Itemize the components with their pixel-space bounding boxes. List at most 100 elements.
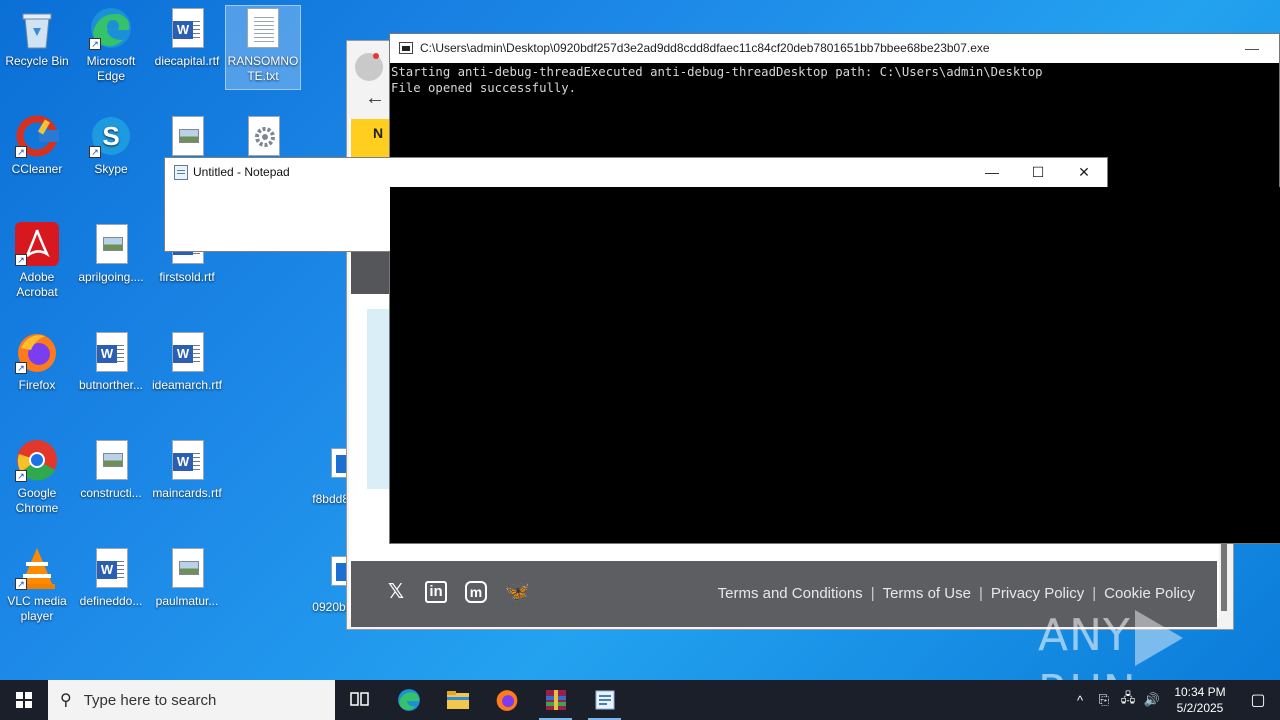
acrobat-icon: ↗	[15, 222, 59, 266]
maximize-icon[interactable]: ☐	[1015, 158, 1061, 187]
image-file-icon	[165, 114, 209, 158]
desktop-icon-label: Recycle Bin	[5, 54, 69, 68]
word-document-icon: W	[89, 330, 133, 374]
desktop-icon-label: VLC media player	[7, 594, 67, 623]
taskbar-firefox-button[interactable]	[482, 680, 531, 720]
desktop-icon-label: aprilgoing....	[78, 270, 144, 284]
terms-and-conditions-link[interactable]: Terms and Conditions	[718, 585, 863, 602]
svg-text:S: S	[102, 121, 119, 151]
taskbar-edge-button[interactable]	[384, 680, 433, 720]
desktop-icon-constructi[interactable]: constructi...	[74, 438, 148, 501]
chrome-icon: ↗	[15, 438, 59, 482]
bluesky-icon[interactable]: 🦋	[505, 581, 530, 603]
desktop-icon-google-chrome[interactable]: ↗ Google Chrome	[0, 438, 74, 516]
clock-time: 10:34 PM	[1174, 685, 1226, 699]
desktop-icon-diecapital[interactable]: W diecapital.rtf	[150, 6, 224, 69]
desktop-icon-aprilgoing[interactable]: aprilgoing....	[74, 222, 148, 285]
browser-scrollbar[interactable]	[1221, 541, 1227, 611]
desktop-icon-label: Microsoft Edge	[86, 54, 136, 83]
winrar-icon	[545, 690, 566, 710]
word-document-icon: W	[165, 438, 209, 482]
notepad-app-icon	[174, 165, 188, 180]
recycle-bin-icon	[15, 6, 59, 50]
volume-icon[interactable]: 🔊	[1140, 692, 1164, 708]
profile-avatar-icon[interactable]	[355, 53, 383, 81]
privacy-policy-link[interactable]: Privacy Policy	[991, 585, 1084, 602]
desktop-icon-ccleaner[interactable]: ↗ CCleaner	[0, 114, 74, 177]
firefox-icon: ↗	[15, 330, 59, 374]
desktop-icon-label: RANSOMNOTE.txt	[227, 54, 299, 83]
desktop-icon-label: ideamarch.rtf	[151, 378, 223, 392]
desktop-icon-ransomnote[interactable]: RANSOMNOTE.txt	[225, 5, 301, 90]
linkedin-icon[interactable]: in	[425, 581, 447, 603]
network-icon[interactable]: 🖧	[1116, 689, 1140, 711]
shortcut-arrow-icon: ↗	[89, 146, 101, 158]
link-separator: |	[978, 585, 983, 602]
desktop-icon-settings-file[interactable]	[226, 114, 300, 162]
desktop-icon-firefox[interactable]: ↗ Firefox	[0, 330, 74, 393]
chevron-up-icon[interactable]: ^	[1068, 693, 1092, 708]
desktop-icon-label: Google Chrome	[15, 486, 59, 515]
taskbar-apps	[335, 680, 629, 720]
text-file-icon	[241, 6, 285, 50]
image-file-icon	[165, 546, 209, 590]
notepad-icon	[595, 690, 614, 710]
shortcut-arrow-icon: ↗	[15, 362, 27, 374]
x-icon[interactable]: 𝕏	[385, 581, 407, 603]
desktop-icon-label: Adobe Acrobat	[16, 270, 58, 299]
desktop-icon-recycle-bin[interactable]: Recycle Bin	[0, 6, 74, 69]
desktop-icon-label: paulmatur...	[155, 594, 219, 608]
banner-text: N	[373, 125, 384, 141]
mastodon-icon[interactable]: m	[465, 581, 487, 603]
desktop-icon-label: Firefox	[18, 378, 56, 392]
desktop-icon-ideamarch[interactable]: W ideamarch.rtf	[150, 330, 224, 393]
desktop-icon-vlc[interactable]: ↗ VLC media player	[0, 546, 74, 624]
system-tray: ^ ⎘ 🖧 🔊 10:34 PM 5/2/2025 ▢	[1068, 680, 1280, 720]
taskbar-file-explorer-button[interactable]	[433, 680, 482, 720]
taskbar-clock[interactable]: 10:34 PM 5/2/2025	[1164, 684, 1236, 716]
clock-date: 5/2/2025	[1176, 701, 1224, 715]
shortcut-arrow-icon: ↗	[15, 470, 27, 482]
notepad-window-controls: — ☐ ✕	[969, 158, 1107, 187]
link-separator: |	[1092, 585, 1097, 602]
desktop-icon-label: Skype	[94, 162, 128, 176]
minimize-icon[interactable]: —	[969, 158, 1015, 187]
desktop-icon-adobe-acrobat[interactable]: ↗ Adobe Acrobat	[0, 222, 74, 300]
meet-now-icon[interactable]: ⎘	[1092, 692, 1116, 708]
console-minimize-button[interactable]: —	[1245, 34, 1259, 63]
back-arrow-icon[interactable]: ←	[365, 87, 385, 110]
cookie-policy-link[interactable]: Cookie Policy	[1104, 585, 1195, 602]
image-file-icon	[89, 222, 133, 266]
desktop-icon-skype[interactable]: S ↗ Skype	[74, 114, 148, 177]
executable-icon	[307, 552, 361, 596]
link-separator: |	[870, 585, 875, 602]
notification-dot-icon	[373, 53, 379, 59]
console-app-icon	[399, 42, 413, 54]
desktop-icon-paulmatur[interactable]: paulmatur...	[150, 546, 224, 609]
ccleaner-icon: ↗	[15, 114, 59, 158]
edge-icon: ↗	[89, 6, 133, 50]
console-output[interactable]: Starting anti-debug-threadExecuted anti-…	[390, 63, 1279, 96]
desktop-icon-butnorther[interactable]: W butnorther...	[74, 330, 148, 393]
task-view-button[interactable]	[335, 680, 384, 720]
word-document-icon: W	[165, 6, 209, 50]
console-output-area[interactable]	[390, 187, 1280, 543]
windows-logo-icon	[16, 692, 32, 708]
terms-of-use-link[interactable]: Terms of Use	[883, 585, 971, 602]
taskbar-notepad-button[interactable]	[580, 680, 629, 720]
notification-center-icon[interactable]: ▢	[1236, 690, 1280, 710]
shortcut-arrow-icon: ↗	[15, 254, 27, 266]
start-button[interactable]	[0, 680, 48, 720]
desktop-icon-defineddo[interactable]: W defineddo...	[74, 546, 148, 609]
desktop-icon-microsoft-edge[interactable]: ↗ Microsoft Edge	[74, 6, 148, 84]
taskbar-search-box[interactable]: ⚲ Type here to search	[48, 680, 335, 720]
desktop-icon-label: butnorther...	[78, 378, 144, 392]
desktop-icon-maincards[interactable]: W maincards.rtf	[150, 438, 224, 501]
console-titlebar[interactable]: C:\Users\admin\Desktop\0920bdf257d3e2ad9…	[390, 34, 1279, 63]
close-icon[interactable]: ✕	[1061, 158, 1107, 187]
desktop-icon-label: CCleaner	[11, 162, 63, 176]
notepad-titlebar[interactable]: Untitled - Notepad — ☐ ✕	[165, 158, 1107, 187]
desktop-icon-label: constructi...	[80, 486, 142, 500]
taskbar-winrar-button[interactable]	[531, 680, 580, 720]
search-placeholder: Type here to search	[83, 691, 217, 709]
